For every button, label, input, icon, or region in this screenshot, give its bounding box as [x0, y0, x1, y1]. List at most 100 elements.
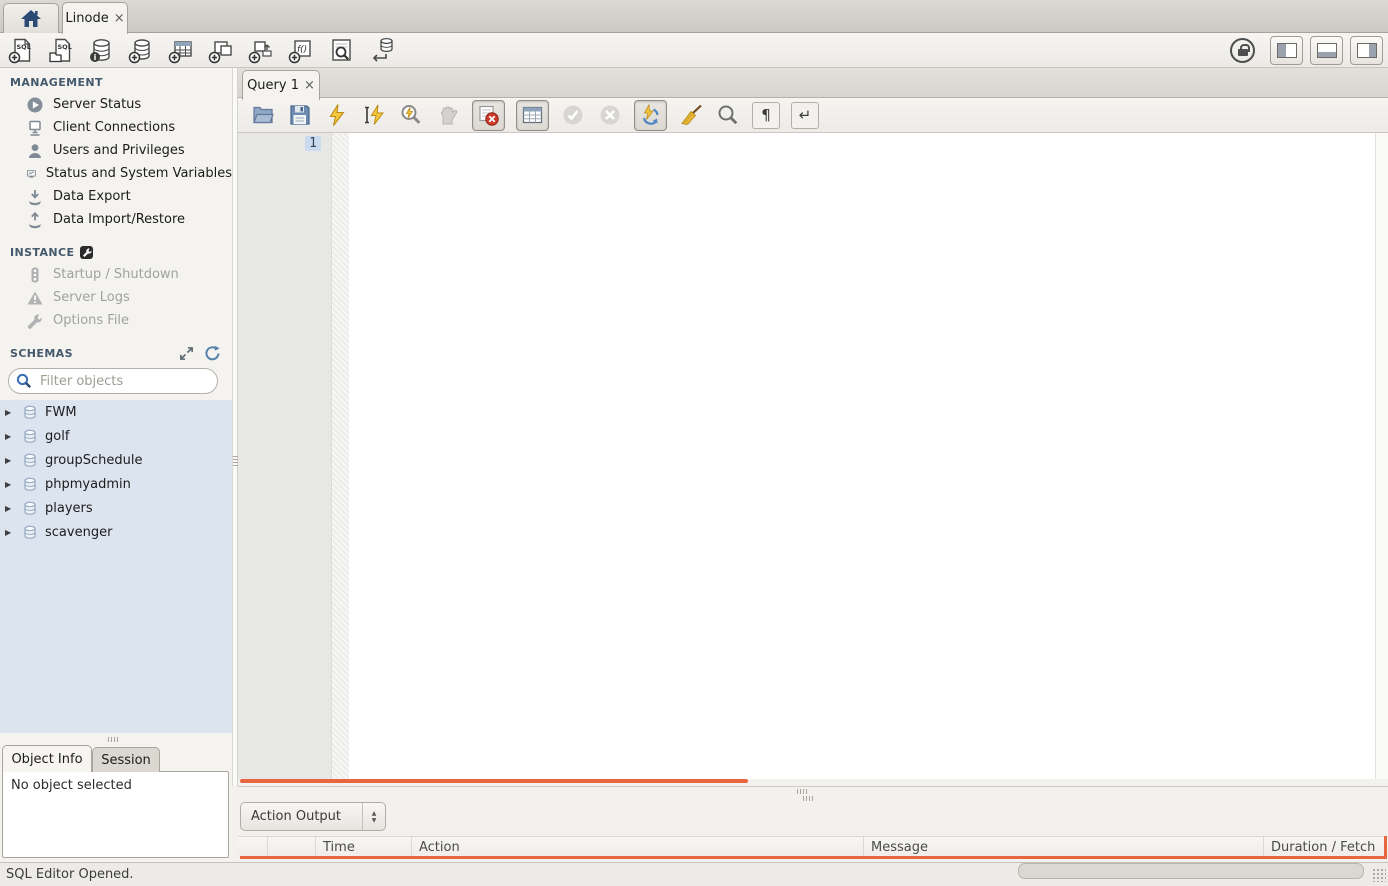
stop-query-button[interactable]: [435, 102, 461, 128]
sidebar-item-client-connections[interactable]: Client Connections: [0, 116, 232, 139]
create-view-icon: [208, 37, 235, 64]
instance-wrench-badge-icon: [80, 246, 93, 259]
schema-row-scavenger[interactable]: ▶ scavenger: [0, 520, 232, 544]
window-resize-grip[interactable]: [1372, 868, 1386, 882]
rollback-button[interactable]: [597, 102, 623, 128]
pilcrow-icon: ¶: [761, 106, 771, 124]
bottom-scrollbar-thumb[interactable]: [1018, 863, 1364, 879]
home-tab[interactable]: [3, 3, 59, 33]
query-tab-label: Query 1: [247, 78, 299, 93]
sidebar-item-data-import[interactable]: Data Import/Restore: [0, 208, 232, 231]
column-status[interactable]: [238, 837, 268, 858]
commit-button[interactable]: [560, 102, 586, 128]
reconnect-server-button[interactable]: [368, 37, 395, 64]
connection-tabbar: Linode ×: [0, 0, 1388, 33]
sidebar-item-system-variables[interactable]: Status and System Variables: [0, 162, 232, 185]
output-view-selector[interactable]: Action Output ▲▼: [240, 802, 386, 831]
limit-rows-button[interactable]: [516, 100, 549, 131]
output-table-header: Time Action Message Duration / Fetch: [238, 836, 1388, 858]
column-duration-fetch[interactable]: Duration / Fetch: [1264, 837, 1388, 858]
database-inspector-button[interactable]: i: [88, 37, 115, 64]
column-time[interactable]: Time: [316, 837, 412, 858]
open-script-button[interactable]: [250, 102, 276, 128]
stop-on-error-icon: [477, 104, 500, 127]
schema-name: groupSchedule: [45, 453, 143, 468]
new-sql-tab-button[interactable]: SQL: [8, 37, 35, 64]
create-procedure-button[interactable]: [248, 37, 275, 64]
wrap-text-button[interactable]: ↵: [791, 102, 819, 129]
output-splitter-grip[interactable]: [797, 789, 808, 794]
expander-icon[interactable]: ▶: [5, 480, 15, 489]
tab-object-info[interactable]: Object Info: [2, 745, 92, 772]
find-magnifier-icon: [716, 103, 740, 127]
save-icon: [288, 103, 312, 127]
schema-tree: ▶ FWM ▶ golf ▶ groupSchedule ▶ phpmyadmi…: [0, 400, 232, 733]
explain-magnifier-icon: [399, 103, 423, 127]
expander-icon[interactable]: ▶: [5, 504, 15, 513]
sidebar-item-startup-shutdown[interactable]: Startup / Shutdown: [0, 263, 232, 286]
explain-query-button[interactable]: [398, 102, 424, 128]
close-icon[interactable]: ×: [114, 12, 125, 25]
expander-icon[interactable]: ▶: [5, 456, 15, 465]
create-procedure-icon: [248, 37, 275, 64]
toggle-right-sidebar-button[interactable]: [1350, 36, 1383, 65]
svg-text:i: i: [94, 53, 97, 62]
create-table-button[interactable]: [168, 37, 195, 64]
execute-button[interactable]: [324, 102, 350, 128]
create-view-button[interactable]: [208, 37, 235, 64]
schema-row-players[interactable]: ▶ players: [0, 496, 232, 520]
column-message[interactable]: Message: [864, 837, 1264, 858]
create-schema-button[interactable]: [128, 37, 155, 64]
schema-filter-input[interactable]: [38, 373, 202, 390]
editor-gutter: 1: [238, 133, 332, 779]
execute-current-statement-button[interactable]: [361, 102, 387, 128]
schema-row-groupschedule[interactable]: ▶ groupSchedule: [0, 448, 232, 472]
create-function-icon: f(): [288, 37, 315, 64]
editor-vertical-scrollbar[interactable]: [1375, 133, 1388, 779]
tab-query-1[interactable]: Query 1 ×: [242, 70, 320, 100]
svg-text:SQL: SQL: [58, 43, 72, 51]
output-horizontal-scrollbar[interactable]: [240, 856, 1386, 859]
column-index[interactable]: [268, 837, 316, 858]
toggle-autocommit-button[interactable]: [634, 100, 667, 131]
output-vertical-scrollbar[interactable]: [1384, 836, 1387, 859]
schema-filter[interactable]: [8, 368, 218, 394]
schema-row-fwm[interactable]: ▶ FWM: [0, 400, 232, 424]
spinner-arrows-icon: ▲▼: [362, 803, 385, 830]
schema-row-phpmyadmin[interactable]: ▶ phpmyadmin: [0, 472, 232, 496]
stop-hand-icon: [436, 103, 460, 127]
show-invisibles-button[interactable]: ¶: [752, 102, 780, 129]
expander-icon[interactable]: ▶: [5, 528, 15, 537]
save-script-button[interactable]: [287, 102, 313, 128]
schema-name: golf: [45, 429, 69, 444]
toggle-bottom-panel-button[interactable]: [1310, 36, 1343, 65]
refresh-icon[interactable]: [204, 345, 220, 361]
expand-panel-icon[interactable]: [179, 346, 194, 361]
toggle-stop-on-error-button[interactable]: [472, 100, 505, 131]
editor-horizontal-scrollbar[interactable]: [240, 779, 748, 783]
startup-shutdown-icon: [26, 266, 44, 284]
beautify-script-button[interactable]: [678, 102, 704, 128]
connection-tab[interactable]: Linode ×: [62, 2, 128, 34]
execute-current-icon: [362, 103, 386, 127]
sql-code-editor[interactable]: 1: [238, 133, 1388, 779]
sidebar-splitter-grip[interactable]: [108, 737, 119, 742]
sidebar-item-data-export[interactable]: Data Export: [0, 185, 232, 208]
sidebar-item-options-file[interactable]: Options File: [0, 309, 232, 332]
schema-icon: [22, 524, 38, 541]
open-sql-script-button[interactable]: SQL: [48, 37, 75, 64]
create-function-button[interactable]: f(): [288, 37, 315, 64]
expander-icon[interactable]: ▶: [5, 408, 15, 417]
find-button[interactable]: [715, 102, 741, 128]
sidebar-item-server-status[interactable]: Server Status: [0, 93, 232, 116]
expander-icon[interactable]: ▶: [5, 432, 15, 441]
column-action[interactable]: Action: [412, 837, 864, 858]
schema-row-golf[interactable]: ▶ golf: [0, 424, 232, 448]
system-variables-icon: [26, 165, 37, 183]
search-data-button[interactable]: [328, 37, 355, 64]
toggle-left-sidebar-button[interactable]: [1270, 36, 1303, 65]
sidebar-item-users-privileges[interactable]: Users and Privileges: [0, 139, 232, 162]
sidebar-item-server-logs[interactable]: Server Logs: [0, 286, 232, 309]
tab-session[interactable]: Session: [92, 747, 160, 772]
close-icon[interactable]: ×: [304, 79, 315, 92]
